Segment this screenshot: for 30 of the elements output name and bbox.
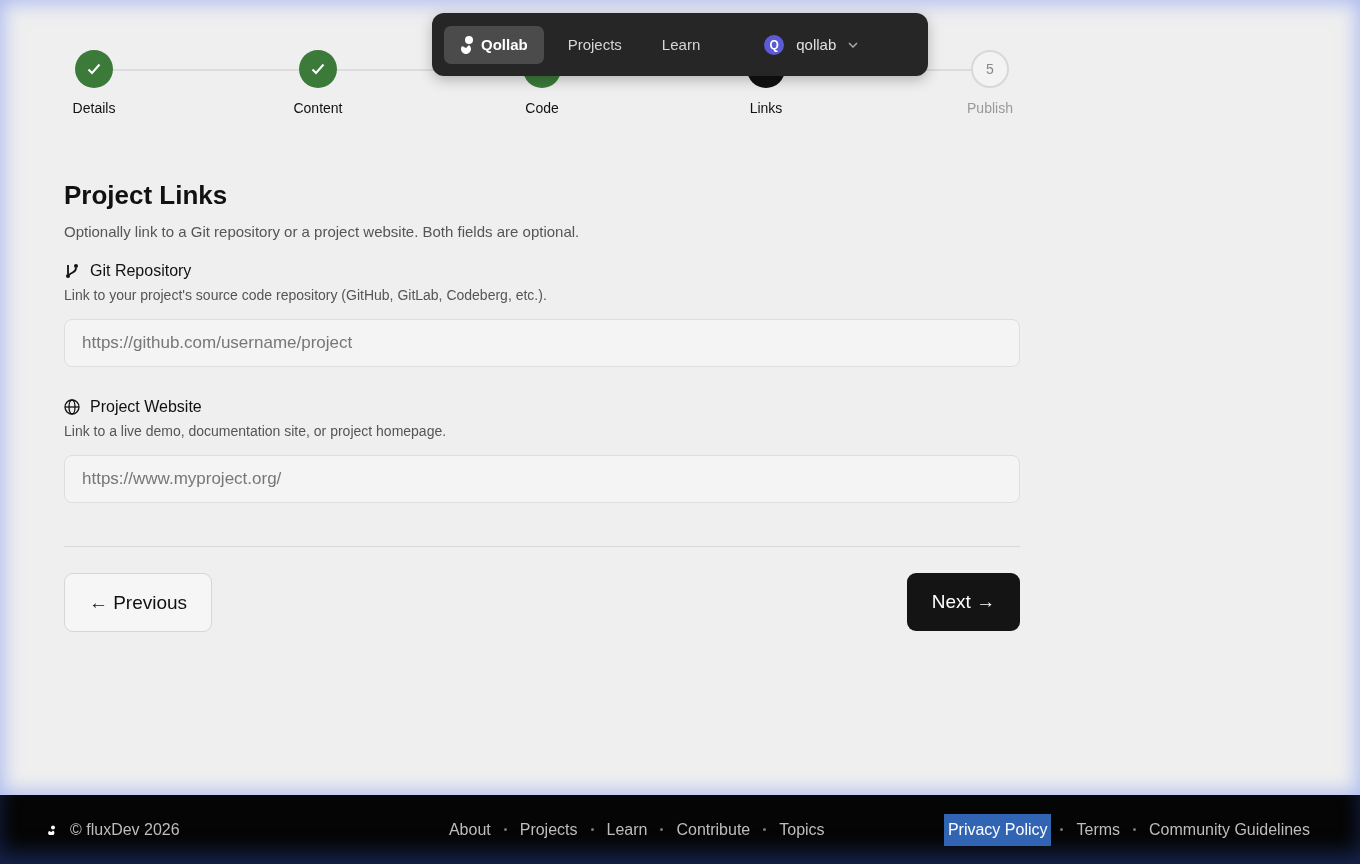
step-label: Content xyxy=(293,100,343,116)
field-hint: Link to your project's source code repository (GitHub, GitLab, Codeberg, etc.). xyxy=(64,287,548,305)
brand-link[interactable]: Qollab xyxy=(444,25,544,64)
step-label: Code xyxy=(525,100,559,116)
nav-link[interactable]: Learn xyxy=(645,25,717,64)
previous-button[interactable]: ← Previous xyxy=(64,573,212,632)
footer-link[interactable]: Topics xyxy=(775,813,829,846)
step-circle: 5 xyxy=(971,50,1009,88)
url-input-field[interactable]: https://github.com/username/project xyxy=(64,319,1020,367)
nav-link[interactable]: Projects xyxy=(551,25,638,64)
next-button[interactable]: Next → xyxy=(907,573,1020,631)
copyright-text: © fluxDev 2026 xyxy=(70,820,180,839)
footer-link[interactable]: Privacy Policy xyxy=(943,813,1052,846)
section-description: Optionally link to a Git repository or a project website. Both fields are optional. xyxy=(64,223,581,242)
footer-link[interactable]: Terms xyxy=(1072,813,1125,846)
field-label: Project Website xyxy=(90,398,202,416)
field-label: Git Repository xyxy=(90,262,192,280)
footer-link[interactable]: Learn xyxy=(602,813,652,846)
user-avatar[interactable]: Q xyxy=(764,34,785,55)
user-name[interactable]: qollab xyxy=(796,36,837,53)
url-input-field[interactable]: https://www.myproject.org/ xyxy=(64,455,1020,503)
field-hint: Link to a live demo, documentation site, or project homepage. xyxy=(64,423,448,441)
footer-link[interactable]: About xyxy=(444,813,495,846)
section-title: Project Links xyxy=(64,179,229,212)
step-label: Details xyxy=(72,100,116,116)
footer-link[interactable]: Projects xyxy=(515,813,582,846)
step-label: Publish xyxy=(967,100,1013,116)
footer-link[interactable]: Contribute xyxy=(672,813,755,846)
footer-link[interactable]: Community Guidelines xyxy=(1145,813,1314,846)
step-label: Links xyxy=(749,100,783,116)
